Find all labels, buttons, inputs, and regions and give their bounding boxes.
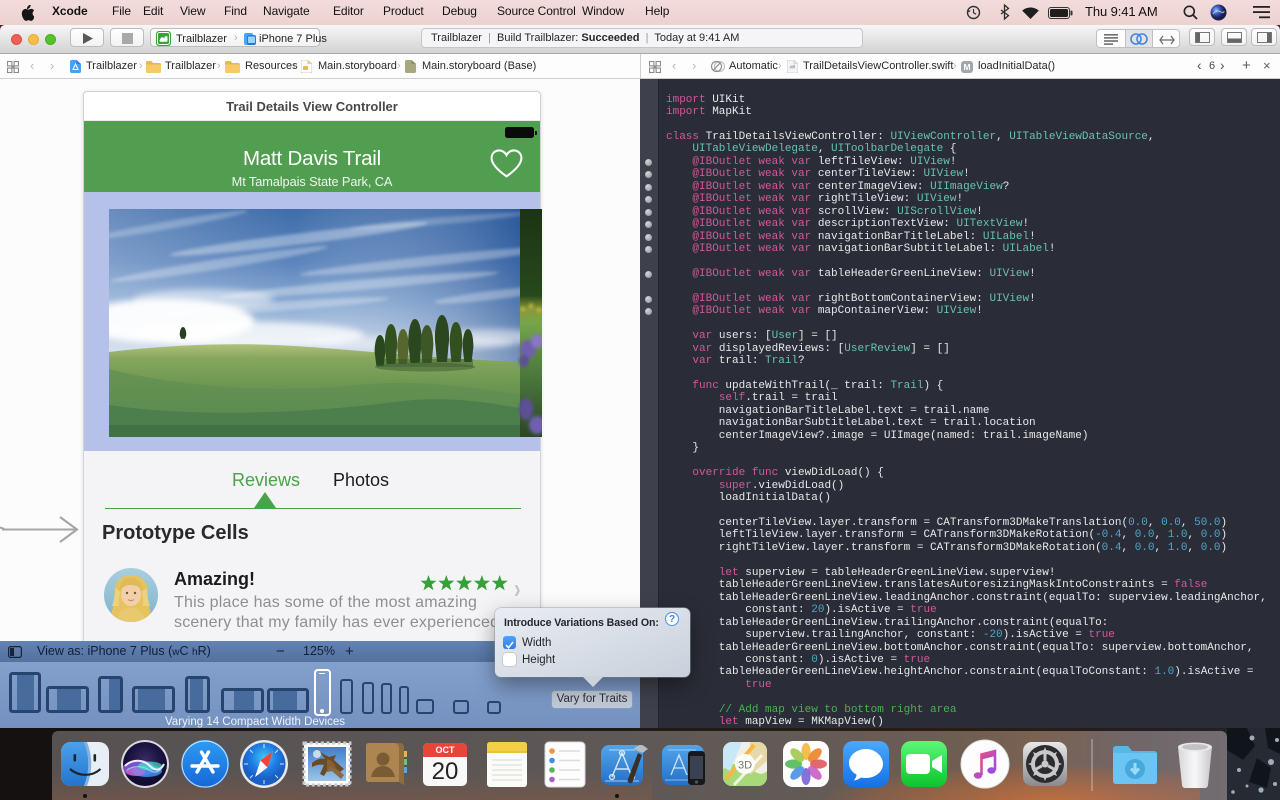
svg-text:3D: 3D (738, 760, 752, 772)
svg-text:OCT: OCT (436, 745, 456, 755)
svg-text:20: 20 (432, 758, 459, 785)
